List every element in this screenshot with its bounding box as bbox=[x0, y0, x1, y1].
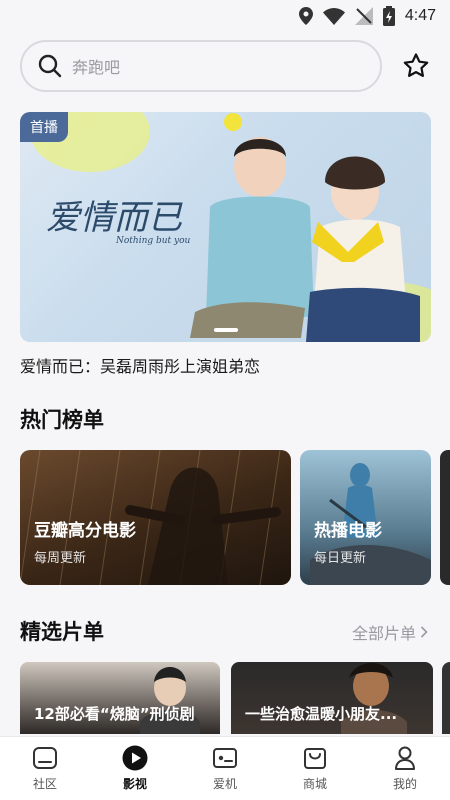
nav-label: 影视 bbox=[122, 777, 147, 791]
hot-card-douban[interactable]: 豆瓣高分电影 每周更新 bbox=[20, 450, 291, 585]
play-icon bbox=[122, 745, 148, 771]
signal-off-icon bbox=[354, 7, 373, 25]
pick-card-crime[interactable]: 12部必看“烧脑”刑侦剧 bbox=[20, 662, 220, 734]
device-icon bbox=[213, 748, 237, 768]
banner-title-logo: 爱情而已 bbox=[46, 198, 182, 238]
nav-label: 商城 bbox=[302, 777, 327, 791]
nav-item-device[interactable]: 爱机 bbox=[180, 737, 270, 800]
home-icon bbox=[33, 747, 57, 769]
hot-card-title: 热播电影 bbox=[314, 521, 382, 541]
banner-carousel[interactable]: 爱情而已 Nothing but you 首播 bbox=[20, 112, 431, 342]
nav-label: 我的 bbox=[392, 777, 417, 791]
hot-card-subtitle: 每周更新 bbox=[34, 551, 87, 566]
hot-section-title: 热门榜单 bbox=[20, 408, 104, 432]
nav-item-video[interactable]: 影视 bbox=[90, 737, 180, 800]
battery-charging-icon bbox=[382, 6, 395, 26]
status-bar: 4:47 bbox=[0, 0, 450, 32]
nav-label: 爱机 bbox=[212, 777, 237, 791]
all-lists-link[interactable]: 全部片单 bbox=[352, 620, 428, 644]
carousel-indicator bbox=[213, 328, 238, 332]
pick-card-title: 一些治愈温暖小朋友... bbox=[245, 705, 398, 723]
search-row: 奔跑吧 bbox=[20, 40, 440, 92]
bottom-nav: 社区 影视 爱机 商城 我的 bbox=[0, 736, 450, 800]
nav-item-community[interactable]: 社区 bbox=[0, 737, 90, 800]
person-icon bbox=[395, 746, 415, 770]
wifi-icon bbox=[322, 7, 345, 25]
shop-bag-icon bbox=[304, 748, 326, 769]
hot-card-subtitle: 每日更新 bbox=[314, 551, 367, 566]
search-input[interactable]: 奔跑吧 bbox=[20, 40, 382, 92]
hot-card-trending[interactable]: 热播电影 每日更新 bbox=[300, 450, 431, 585]
location-icon bbox=[298, 7, 313, 25]
search-icon bbox=[38, 54, 62, 78]
hot-card-title: 豆瓣高分电影 bbox=[34, 521, 136, 541]
hot-card-peek[interactable] bbox=[440, 450, 450, 585]
status-time: 4:47 bbox=[404, 7, 436, 24]
pick-card-healing[interactable]: 一些治愈温暖小朋友... bbox=[231, 662, 433, 734]
banner-caption[interactable]: 爱情而已：吴磊周雨彤上演姐弟恋 bbox=[20, 353, 260, 377]
picks-section-title: 精选片单 bbox=[20, 620, 104, 644]
all-lists-label: 全部片单 bbox=[351, 624, 416, 643]
star-icon[interactable] bbox=[402, 52, 430, 80]
pick-card-title: 12部必看“烧脑”刑侦剧 bbox=[34, 705, 195, 723]
nav-label: 社区 bbox=[32, 777, 57, 791]
premiere-badge: 首播 bbox=[20, 112, 68, 142]
search-placeholder: 奔跑吧 bbox=[72, 58, 121, 77]
nav-item-shop[interactable]: 商城 bbox=[270, 737, 360, 800]
chevron-right-icon bbox=[420, 626, 428, 638]
pick-card-peek[interactable] bbox=[442, 662, 450, 734]
nav-item-profile[interactable]: 我的 bbox=[360, 737, 450, 800]
banner-title-logo-sub: Nothing but you bbox=[116, 236, 191, 246]
